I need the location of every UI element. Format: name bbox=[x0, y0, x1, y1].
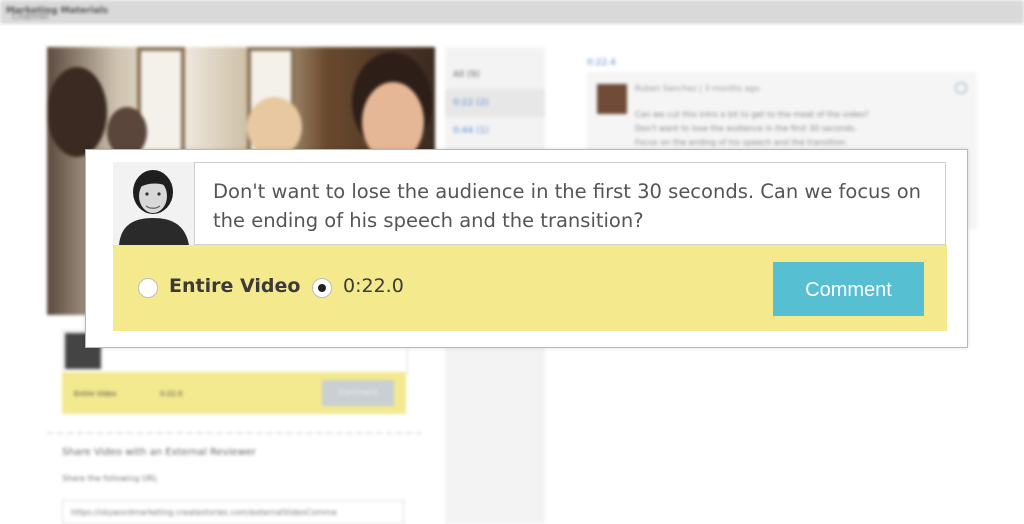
comment-textarea[interactable]: Don't want to lose the audience in the f… bbox=[194, 162, 946, 245]
comment-body: Can we cut this intro a bit to get to th… bbox=[635, 108, 869, 150]
comment-meta: Ruben Sanchez | 3 months ago bbox=[635, 84, 760, 93]
video-person bbox=[247, 97, 302, 157]
top-bar: Channel Marketing Materials bbox=[0, 0, 1024, 24]
thread-timestamp[interactable]: 0:22.4 bbox=[587, 58, 616, 68]
filter-all[interactable]: All (9) bbox=[445, 61, 545, 89]
filter-0-44[interactable]: 0:44 (1) bbox=[445, 117, 545, 145]
comment-author: Ruben Sanchez bbox=[635, 84, 697, 93]
filter-0-22[interactable]: 0:22 (2) bbox=[445, 89, 545, 117]
radio-entire-video[interactable] bbox=[138, 278, 158, 298]
share-subheading: Share the following URL bbox=[62, 474, 158, 483]
comment-text: Don't want to lose the audience in the f… bbox=[213, 180, 922, 232]
comment-line: Focus on the ending of his speech and th… bbox=[635, 138, 848, 147]
comment-options-bar: Entire Video 0:22.0 Comment bbox=[113, 245, 947, 331]
small-option-bar: Entire Video 0:22.0 Comment bbox=[62, 372, 406, 414]
video-person bbox=[47, 67, 107, 157]
user-avatar bbox=[113, 162, 194, 245]
comment-line: Can we cut this intro a bit to get to th… bbox=[635, 110, 869, 119]
breadcrumb[interactable]: Channel Marketing Materials bbox=[6, 6, 108, 22]
comment-button[interactable]: Comment bbox=[773, 262, 924, 316]
small-option-entire[interactable]: Entire Video bbox=[74, 390, 116, 398]
avatar-photo bbox=[113, 162, 194, 245]
small-option-time[interactable]: 0:22.0 bbox=[160, 390, 182, 398]
label-entire-video[interactable]: Entire Video bbox=[169, 275, 300, 297]
commenter-avatar bbox=[597, 84, 627, 114]
options-icon[interactable] bbox=[955, 82, 967, 94]
small-comment-button[interactable]: Comment bbox=[322, 380, 394, 406]
breadcrumb-prefix: Channel bbox=[12, 12, 49, 22]
comment-line: Don't want to lose the audience in the f… bbox=[635, 124, 857, 133]
radio-timestamp[interactable] bbox=[312, 278, 332, 298]
comment-form-zoom: Don't want to lose the audience in the f… bbox=[85, 149, 968, 348]
divider bbox=[47, 432, 422, 434]
share-heading: Share Video with an External Reviewer bbox=[62, 447, 256, 458]
share-url-field[interactable]: https://skywordmarketing.createstories.c… bbox=[62, 500, 404, 524]
comment-age: 3 months ago bbox=[704, 84, 760, 93]
label-timestamp[interactable]: 0:22.0 bbox=[343, 275, 404, 297]
